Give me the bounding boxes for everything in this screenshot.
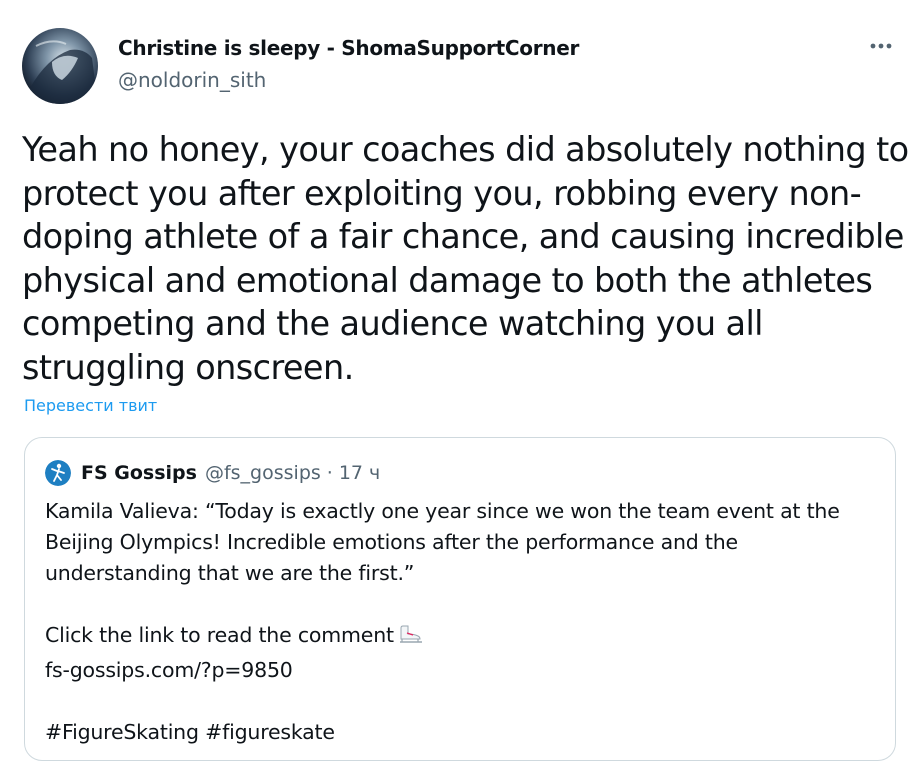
author-handle[interactable]: @noldorin_sith bbox=[118, 68, 579, 92]
skater-logo-icon bbox=[45, 460, 71, 486]
quoted-paragraph: Kamila Valieva: “Today is exactly one ye… bbox=[45, 499, 840, 585]
tweet-text: Yeah no honey, your coaches did absolute… bbox=[22, 130, 909, 387]
quoted-link[interactable]: fs-gossips.com/?p=9850 bbox=[45, 655, 885, 686]
quoted-author-avatar bbox=[45, 460, 71, 486]
tweet-card: Christine is sleepy - ShomaSupportCorner… bbox=[0, 0, 920, 778]
quoted-tweet-header: FS Gossips @fs_gossips · 17 ч bbox=[45, 460, 380, 486]
meta-separator: · bbox=[326, 462, 333, 484]
ice-skate-icon bbox=[398, 624, 424, 655]
more-options-button[interactable] bbox=[866, 34, 896, 58]
author-names: Christine is sleepy - ShomaSupportCorner… bbox=[118, 36, 579, 92]
quoted-tweet-body: Kamila Valieva: “Today is exactly one ye… bbox=[45, 496, 885, 748]
translate-tweet-link[interactable]: Перевести твит bbox=[24, 396, 157, 415]
quoted-tweet[interactable]: FS Gossips @fs_gossips · 17 ч Kamila Val… bbox=[24, 437, 896, 761]
avatar-image bbox=[22, 28, 98, 104]
quoted-click-line: Click the link to read the comment bbox=[45, 620, 885, 655]
click-link-text: Click the link to read the comment bbox=[45, 623, 394, 647]
quoted-hashtags[interactable]: #FigureSkating #figureskate bbox=[45, 717, 885, 748]
quoted-author-name: FS Gossips bbox=[81, 462, 197, 484]
author-display-name[interactable]: Christine is sleepy - ShomaSupportCorner bbox=[118, 36, 579, 60]
tweet-header: Christine is sleepy - ShomaSupportCorner… bbox=[22, 28, 902, 104]
quoted-author-handle: @fs_gossips bbox=[204, 462, 321, 484]
quoted-timestamp: 17 ч bbox=[338, 462, 381, 484]
author-avatar[interactable] bbox=[22, 28, 98, 104]
more-horizontal-icon bbox=[870, 43, 892, 49]
